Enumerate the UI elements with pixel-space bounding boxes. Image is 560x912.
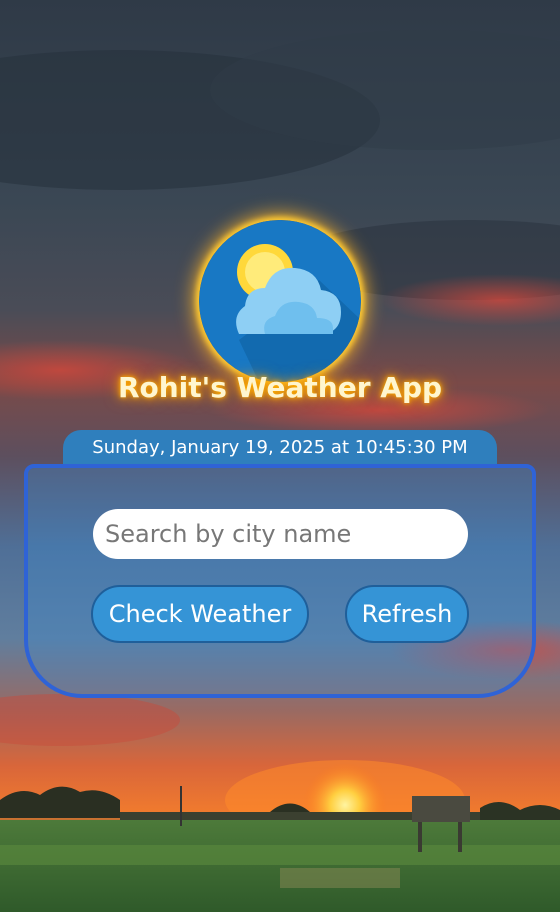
refresh-button[interactable]: Refresh <box>345 585 469 643</box>
current-datetime: Sunday, January 19, 2025 at 10:45:30 PM <box>63 430 497 468</box>
search-panel <box>24 464 536 698</box>
sun-behind-cloud-icon <box>199 220 361 382</box>
check-weather-button[interactable]: Check Weather <box>91 585 309 643</box>
city-search-input[interactable] <box>93 509 468 559</box>
app-title: Rohit's Weather App <box>117 371 443 404</box>
weather-logo <box>199 220 361 382</box>
